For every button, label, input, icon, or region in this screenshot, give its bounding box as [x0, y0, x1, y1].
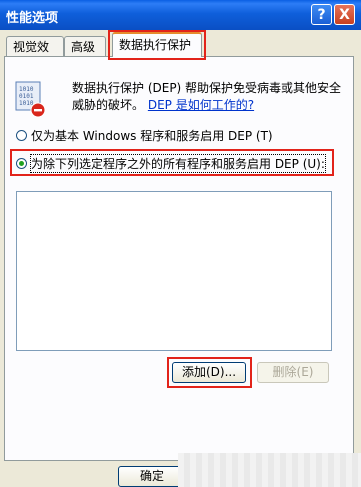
radio-essential-label: 仅为基本 Windows 程序和服务启用 DEP (T) — [31, 129, 273, 143]
tab-advanced[interactable]: 高级 — [64, 36, 106, 56]
svg-text:1010: 1010 — [19, 100, 34, 107]
svg-text:0101: 0101 — [19, 93, 34, 100]
add-button[interactable]: 添加(D)... — [172, 362, 246, 383]
tab-dep[interactable]: 数据执行保护 — [112, 32, 202, 57]
radio-all-except[interactable]: 为除下列选定程序之外的所有程序和服务启用 DEP (U): — [16, 154, 326, 173]
radio-all-except-label: 为除下列选定程序之外的所有程序和服务启用 DEP (U): — [30, 154, 326, 173]
svg-text:1010: 1010 — [19, 86, 34, 93]
ok-button[interactable]: 确定 — [118, 466, 186, 487]
radio-essential-button[interactable] — [16, 130, 27, 141]
help-button[interactable]: ? — [311, 4, 332, 25]
dep-help-link[interactable]: DEP 是如何工作的? — [148, 98, 254, 112]
window-title: 性能选项 — [6, 11, 59, 26]
dep-description: 数据执行保护 (DEP) 帮助保护免受病毒或其他安全威胁的破坏。 DEP 是如何… — [72, 80, 352, 114]
close-button[interactable]: X — [334, 4, 355, 25]
dep-shield-icon: 1010 0101 1010 — [15, 81, 46, 118]
radio-essential-only[interactable]: 仅为基本 Windows 程序和服务启用 DEP (T) — [16, 127, 273, 144]
remove-button[interactable]: 删除(E) — [257, 362, 329, 383]
tab-visual-effects[interactable]: 视觉效果 — [6, 36, 64, 74]
performance-options-window: 性能选项 ? X 视觉效果 高级 数据执行保护 1010 0101 1010 数… — [0, 0, 361, 487]
exception-program-list[interactable] — [16, 191, 332, 351]
blurred-area — [178, 453, 361, 487]
title-bar[interactable]: 性能选项 ? X — [0, 0, 361, 30]
radio-all-except-button[interactable] — [16, 158, 27, 169]
